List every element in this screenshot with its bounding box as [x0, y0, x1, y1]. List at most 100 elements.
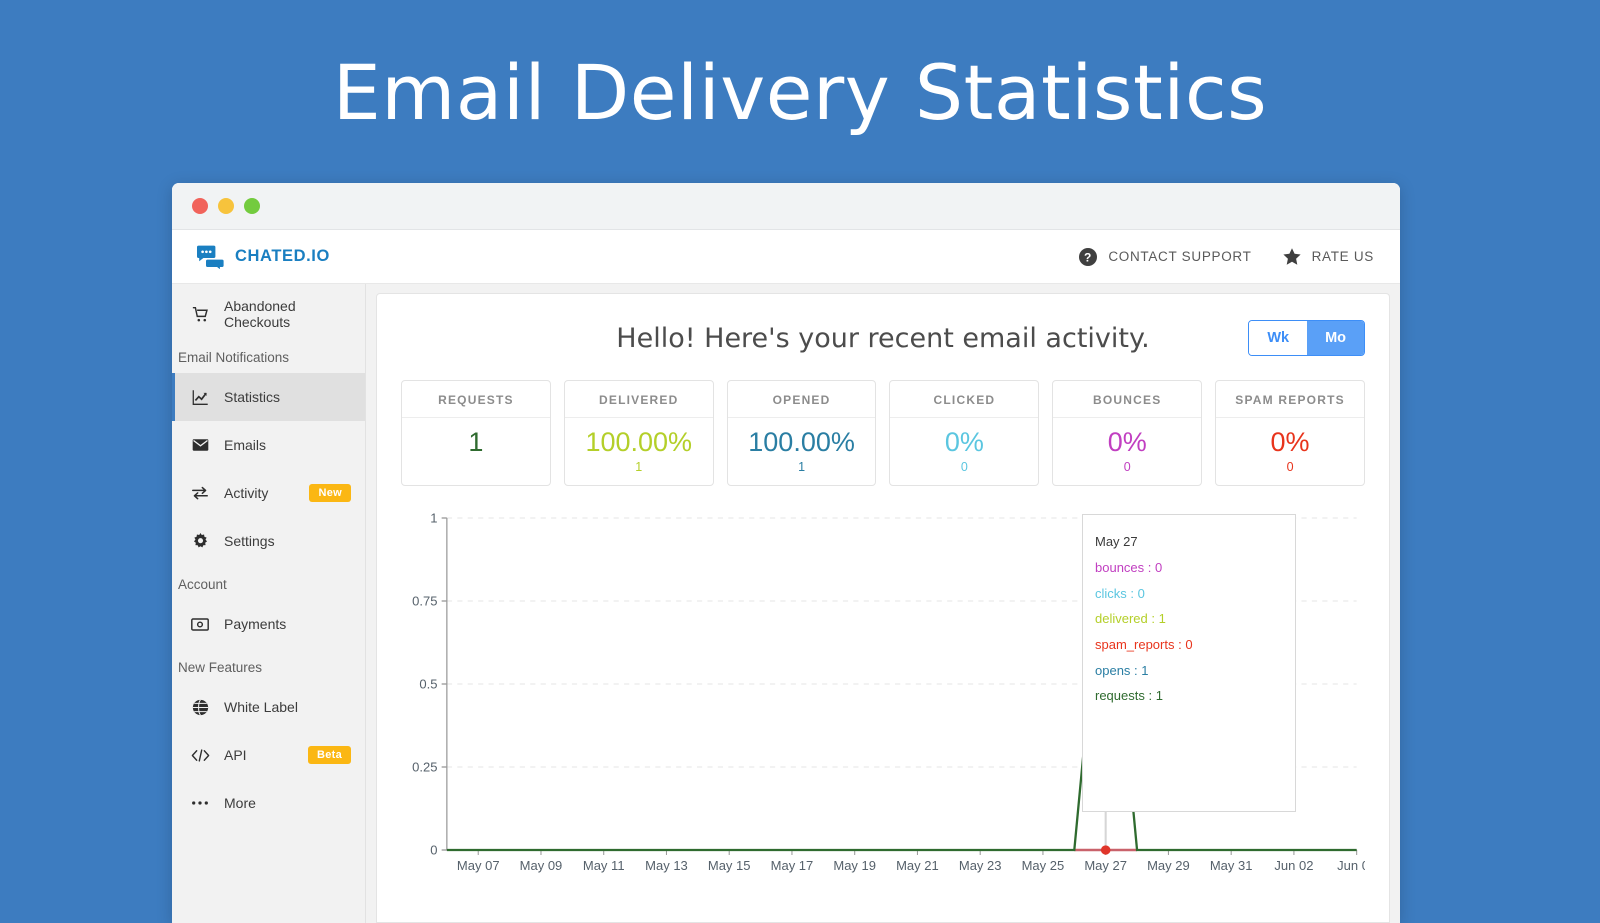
sidebar-item-label: White Label: [224, 699, 298, 715]
svg-text:0.75: 0.75: [412, 594, 437, 609]
maximize-window-button[interactable]: [244, 198, 260, 214]
sidebar-item-badge: New: [309, 484, 351, 502]
sidebar-section-account: Account: [178, 577, 227, 592]
tooltip-row-delivered: delivered : 1: [1095, 611, 1166, 627]
sidebar-section-new-features: New Features: [178, 660, 263, 675]
svg-text:May 21: May 21: [896, 858, 939, 873]
app-header: CHATED.IO ? CONTACT SUPPORT RATE US: [172, 230, 1400, 284]
tooltip-row-spam_reports: spam_reports : 0: [1095, 636, 1193, 652]
svg-text:May 19: May 19: [833, 858, 876, 873]
svg-text:May 25: May 25: [1022, 858, 1065, 873]
stat-card-title: REQUESTS: [402, 381, 550, 418]
greeting-text: Hello! Here's your recent email activity…: [616, 322, 1150, 354]
chart-tooltip: May 27 bounces : 0 clicks : 0 delivered : …: [1082, 514, 1296, 813]
stat-card-title: CLICKED: [890, 381, 1039, 418]
money-icon: [190, 617, 210, 631]
stat-card-title: BOUNCES: [1053, 381, 1202, 418]
stat-card-subvalue: 1: [798, 460, 806, 475]
brand-logo[interactable]: CHATED.IO: [196, 245, 330, 269]
stat-card-body: 100.00% 1: [565, 418, 713, 485]
chart-line-icon: [190, 389, 210, 406]
tooltip-rows: bounces : 0 clicks : 0 delivered : 1 spam_r…: [1095, 555, 1295, 709]
exchange-icon: [190, 486, 210, 500]
range-toggle: Wk Mo: [1248, 320, 1365, 356]
svg-text:May 17: May 17: [771, 858, 814, 873]
page-title: Email Delivery Statistics: [332, 48, 1268, 137]
svg-text:0: 0: [430, 843, 437, 858]
stat-card-subvalue: 1: [635, 460, 643, 475]
stat-card-body: 1: [402, 418, 550, 471]
stat-card-value: 100.00%: [748, 427, 855, 457]
sidebar-item-white-label[interactable]: White Label: [172, 683, 365, 731]
stat-card-body: 0% 0: [1053, 418, 1201, 485]
svg-text:May 09: May 09: [520, 858, 563, 873]
stat-card-title: OPENED: [727, 381, 876, 418]
svg-text:May 11: May 11: [583, 858, 625, 873]
minimize-window-button[interactable]: [218, 198, 234, 214]
browser-window: CHATED.IO ? CONTACT SUPPORT RATE US Aban…: [172, 183, 1400, 923]
gear-icon: [190, 532, 210, 550]
sidebar-item-more[interactable]: More: [172, 779, 365, 827]
sidebar-item-label: Payments: [224, 616, 287, 632]
stat-card-subvalue: 0: [960, 460, 968, 475]
sidebar-item-badge: Beta: [307, 746, 351, 764]
stat-card-bounces: BOUNCES 0% 0: [1052, 380, 1203, 487]
code-icon: [190, 748, 210, 763]
app-body: Abandoned Checkouts Email Notifications St…: [172, 284, 1400, 923]
sidebar-item-api[interactable]: API Beta: [172, 731, 365, 779]
sidebar-item-activity[interactable]: Activity New: [172, 469, 365, 517]
svg-text:0.5: 0.5: [419, 677, 437, 692]
svg-text:May 29: May 29: [1147, 858, 1190, 873]
app-header-actions: ? CONTACT SUPPORT RATE US: [1078, 247, 1374, 267]
stat-card-requests: REQUESTS 1: [401, 380, 551, 487]
stat-card-value: 1: [468, 427, 484, 457]
cart-icon: [190, 306, 210, 323]
tooltip-date: May 27: [1095, 534, 1138, 550]
svg-text:May 23: May 23: [959, 858, 1002, 873]
sidebar-item-label: More: [224, 795, 256, 811]
window-titlebar: [172, 183, 1400, 230]
range-toggle-wk[interactable]: Wk: [1249, 321, 1308, 355]
help-circle-icon: ?: [1079, 247, 1098, 266]
stat-card-subvalue: 0: [1123, 460, 1131, 475]
range-toggle-mo[interactable]: Mo: [1307, 321, 1364, 355]
stat-card-value: 0%: [1107, 427, 1147, 457]
stat-card-title: SPAM REPORTS: [1216, 381, 1364, 418]
sidebar-item-label: Emails: [224, 437, 267, 453]
svg-text:0.25: 0.25: [412, 760, 437, 775]
stat-card-delivered: DELIVERED 100.00% 1: [563, 380, 714, 487]
sidebar-item-emails[interactable]: Emails: [172, 421, 365, 469]
sidebar-item-payments[interactable]: Payments: [172, 600, 365, 648]
stat-card-value: 0%: [944, 427, 984, 457]
tooltip-row-requests: requests : 1: [1095, 688, 1163, 704]
sidebar-item-settings[interactable]: Settings: [172, 517, 365, 565]
svg-text:Jun 02: Jun 02: [1274, 858, 1313, 873]
globe-icon: [190, 698, 210, 716]
stat-card-subvalue: 0: [1286, 460, 1294, 475]
chat-bubble-icon: [197, 245, 224, 269]
sidebar-item-statistics[interactable]: Statistics: [172, 373, 365, 421]
panel-header: Hello! Here's your recent email activity…: [401, 316, 1365, 360]
statistics-panel: Hello! Here's your recent email activity…: [376, 293, 1390, 923]
svg-text:May 27: May 27: [1084, 858, 1127, 873]
tooltip-row-bounces: bounces : 0: [1095, 559, 1163, 575]
svg-text:?: ?: [1084, 250, 1092, 264]
main-content: Hello! Here's your recent email activity…: [366, 284, 1400, 923]
sidebar-item-abandoned-checkouts[interactable]: Abandoned Checkouts: [172, 290, 365, 338]
sidebar-item-label: API: [224, 747, 247, 763]
sidebar: Abandoned Checkouts Email Notifications St…: [172, 284, 366, 923]
contact-support-button[interactable]: ? CONTACT SUPPORT: [1078, 247, 1251, 267]
stat-card-value: 100.00%: [585, 427, 693, 457]
stat-card-title: DELIVERED: [564, 381, 713, 418]
stat-card-body: 0% 0: [1216, 418, 1364, 485]
tooltip-row-clicks: clicks : 0: [1095, 585, 1145, 601]
brand-name: CHATED.IO: [235, 247, 330, 265]
close-window-button[interactable]: [192, 198, 208, 214]
stat-card-body: 100.00% 1: [728, 418, 876, 485]
rate-us-label: RATE US: [1311, 249, 1374, 264]
stat-card-opened: OPENED 100.00% 1: [726, 380, 877, 487]
envelope-icon: [190, 438, 210, 452]
stat-card-spam-reports: SPAM REPORTS 0% 0: [1215, 380, 1365, 487]
rate-us-button[interactable]: RATE US: [1282, 247, 1374, 267]
stat-cards: REQUESTS 1 DELIVERED 100.00% 1 OPENED 100.00% 1…: [401, 380, 1365, 487]
